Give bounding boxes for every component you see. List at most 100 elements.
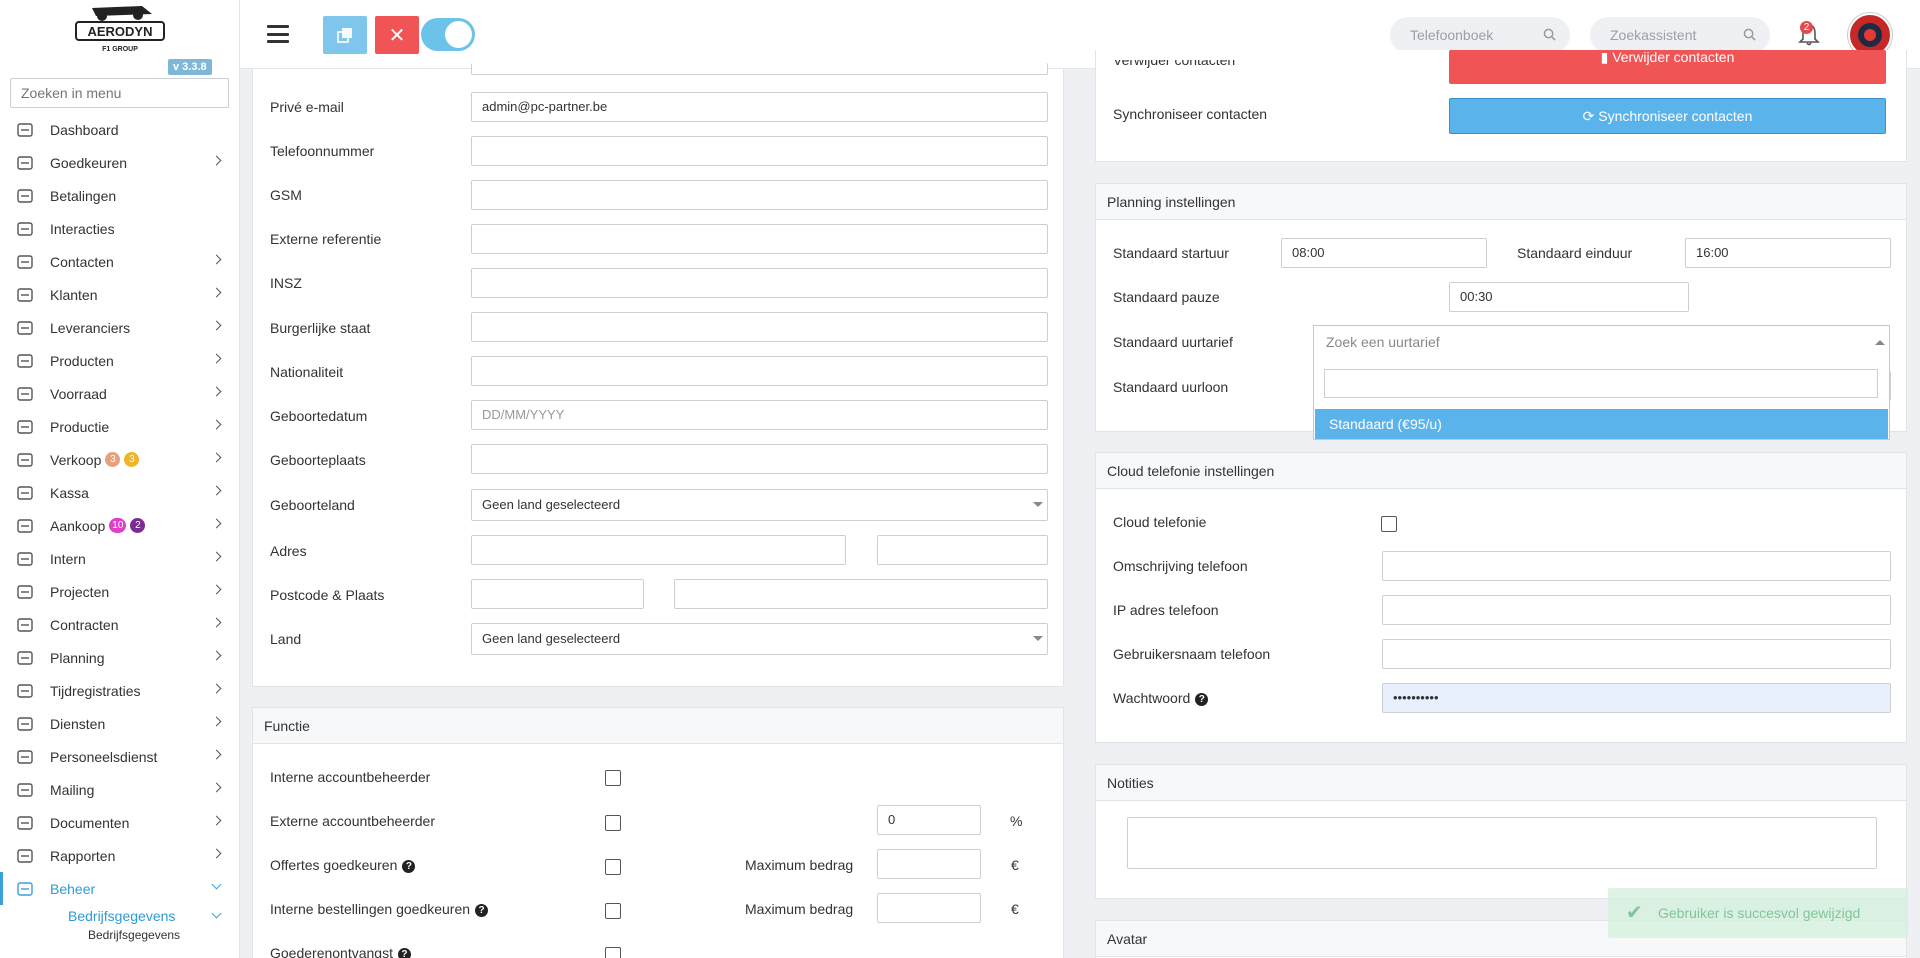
city-field[interactable] [674,579,1048,609]
address-card-icon [17,255,33,269]
sidebar-item-goedkeuren[interactable]: Goedkeuren [0,146,239,179]
sidebar-item-dashboard[interactable]: Dashboard [0,113,239,146]
phone-field[interactable] [471,136,1048,166]
chevron-right-icon [211,584,222,595]
sidebar-item-mailing[interactable]: Mailing [0,773,239,806]
sidebar-item-personeelsdienst[interactable]: Personeelsdienst [0,740,239,773]
sidebar-item-label: Tijdregistraties [50,682,141,699]
help-icon[interactable]: ? [1195,693,1209,706]
sidebar-item-voorraad[interactable]: Voorraad [0,377,239,410]
sidebar-item-kassa[interactable]: Kassa [0,476,239,509]
sidebar-item-contracten[interactable]: Contracten [0,608,239,641]
company-logo: AERODYN F1 GROUP [75,6,165,53]
previous-field[interactable] [471,63,1048,75]
paper-plane-icon [17,783,33,797]
help-icon[interactable]: ? [475,904,489,917]
default-end-field[interactable]: 16:00 [1685,238,1891,268]
sidebar-item-interacties[interactable]: Interacties [0,212,239,245]
sidebar-subitem-company-details[interactable]: Bedrijfsgegevens [0,905,239,927]
sidebar-item-label: Betalingen [50,187,117,204]
chevron-right-icon [211,848,222,859]
help-icon[interactable]: ? [402,860,416,873]
goods-receipt-checkbox[interactable] [605,947,621,958]
birth-country-select[interactable]: Geen land geselecteerd [471,489,1048,521]
chevron-right-icon [211,353,222,364]
sidebar-subsubitem-company-details[interactable]: Bedrijfsgegevens [0,927,239,943]
phone-description-field[interactable] [1382,551,1891,581]
approve-internal-orders-checkbox[interactable] [605,903,621,919]
nationality-label: Nationaliteit [270,364,344,380]
assistant-search[interactable]: Zoekassistent [1590,17,1770,53]
external-percentage-field[interactable]: 0 [877,805,981,835]
hourly-rate-search-input[interactable] [1324,369,1878,398]
country-select[interactable]: Geen land geselecteerd [471,623,1048,655]
sidebar-item-producten[interactable]: Producten [0,344,239,377]
sidebar-item-projecten[interactable]: Projecten [0,575,239,608]
subitem-label: Bedrijfsgegevens [68,908,176,924]
external-account-manager-checkbox[interactable] [605,815,621,831]
address-number-field[interactable] [877,535,1048,565]
address-street-field[interactable] [471,535,846,565]
postcode-field[interactable] [471,579,644,609]
quotes-max-amount-field[interactable] [877,849,981,879]
delete-contacts-button[interactable]: ▮ Verwijder contacten [1449,50,1886,84]
sidebar-item-contacten[interactable]: Contacten [0,245,239,278]
password-field[interactable]: •••••••••• [1382,683,1891,713]
copy-button[interactable] [323,16,367,54]
sidebar-item-betalingen[interactable]: Betalingen [0,179,239,212]
trash-icon: ▮ [1600,50,1613,65]
phonebook-search[interactable]: Telefoonboek [1390,17,1570,53]
phonebook-placeholder: Telefoonboek [1410,27,1494,43]
close-button[interactable]: ✕ [375,16,419,54]
gsm-field[interactable] [471,180,1048,210]
default-pause-field[interactable]: 00:30 [1449,282,1689,312]
count-badge: 3 [105,452,121,467]
hourly-rate-option[interactable]: Standaard (€95/u) [1315,409,1888,439]
sidebar-item-label: Documenten [50,814,130,831]
internal-max-amount-field[interactable] [877,893,981,923]
hourly-rate-select[interactable]: Zoek een uurtarief [1314,326,1889,359]
notes-panel: Notities [1095,764,1907,899]
sidebar-item-planning[interactable]: Planning [0,641,239,674]
check-icon: ✔ [1626,902,1643,924]
phone-ip-field[interactable] [1382,595,1891,625]
sidebar-item-aankoop[interactable]: Aankoop 10 2 [0,509,239,542]
chat-icon [17,222,33,236]
internal-account-manager-checkbox[interactable] [605,770,621,786]
count-badge: 2 [130,518,146,533]
personal-details-panel: Privé e-mail admin@pc-partner.be Telefoo… [252,63,1064,687]
civil-status-field[interactable] [471,312,1048,342]
chevron-right-icon [211,419,222,430]
gears-icon [17,420,33,434]
chevron-right-icon [211,879,222,890]
approve-quotes-checkbox[interactable] [605,859,621,875]
hamburger-menu-icon[interactable] [267,25,289,43]
sidebar-item-intern[interactable]: Intern [0,542,239,575]
sidebar-item-productie[interactable]: Productie [0,410,239,443]
sidebar-item-leveranciers[interactable]: Leveranciers [0,311,239,344]
sidebar-item-diensten[interactable]: Diensten [0,707,239,740]
help-icon[interactable]: ? [397,948,411,958]
sidebar-item-verkoop[interactable]: Verkoop 3 3 [0,443,239,476]
sync-contacts-button[interactable]: ⟳ Synchroniseer contacten [1449,98,1886,134]
notes-textarea[interactable] [1127,817,1877,869]
sidebar-item-klanten[interactable]: Klanten [0,278,239,311]
default-start-field[interactable]: 08:00 [1281,238,1487,268]
mode-toggle[interactable] [421,18,475,51]
sidebar-item-rapporten[interactable]: Rapporten [0,839,239,872]
sidebar-item-documenten[interactable]: Documenten [0,806,239,839]
birthplace-field[interactable] [471,444,1048,474]
private-email-field[interactable]: admin@pc-partner.be [471,92,1048,122]
menu-search-input[interactable] [10,78,229,108]
sidebar-item-tijdregistraties[interactable]: Tijdregistraties [0,674,239,707]
sidebar-item-beheer[interactable]: Beheer [0,872,239,905]
cloud-telephony-checkbox[interactable] [1381,516,1397,532]
euro-unit-2: € [1011,901,1019,917]
insz-field[interactable] [471,268,1048,298]
country-value: Geen land geselecteerd [482,631,621,646]
birthdate-field[interactable]: DD/MM/YYYY [471,400,1048,430]
hourly-rate-dropdown[interactable]: Zoek een uurtarief Standaard (€95/u) [1313,325,1890,440]
external-reference-field[interactable] [471,224,1048,254]
phone-username-field[interactable] [1382,639,1891,669]
nationality-field[interactable] [471,356,1048,386]
